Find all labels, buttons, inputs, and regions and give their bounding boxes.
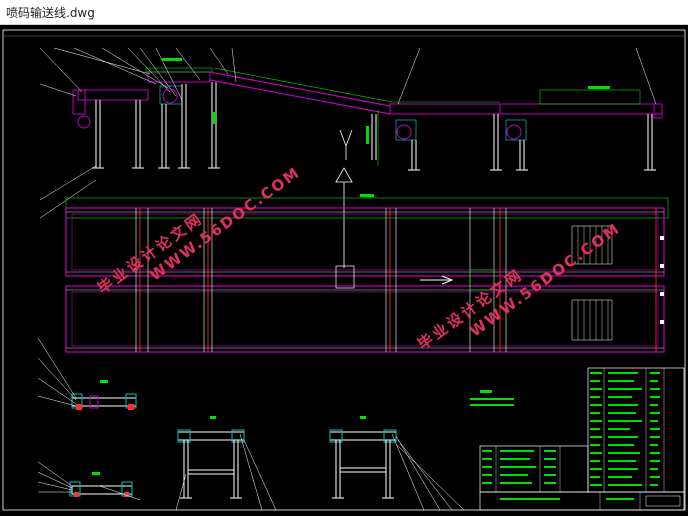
parts-table <box>479 367 685 511</box>
stand-view-1 <box>175 416 277 511</box>
section-views <box>37 337 141 501</box>
stand-view-2 <box>329 416 465 511</box>
watermark-url: WWW.56DOC.COM <box>466 219 623 340</box>
drawing-canvas[interactable]: 毕业设计论文网 WWW.56DOC.COM 毕业设计论文网 WWW.56DOC.… <box>0 24 688 512</box>
technical-note <box>470 390 514 406</box>
window-title: 喷码输送线.dwg <box>6 6 95 20</box>
watermark-1: 毕业设计论文网 WWW.56DOC.COM <box>94 163 304 298</box>
flow-arrow <box>335 129 353 268</box>
watermark-url: WWW.56DOC.COM <box>146 163 303 284</box>
title-bar: 喷码输送线.dwg <box>0 0 688 25</box>
cad-drawing: 毕业设计论文网 WWW.56DOC.COM 毕业设计论文网 WWW.56DOC.… <box>2 29 686 511</box>
